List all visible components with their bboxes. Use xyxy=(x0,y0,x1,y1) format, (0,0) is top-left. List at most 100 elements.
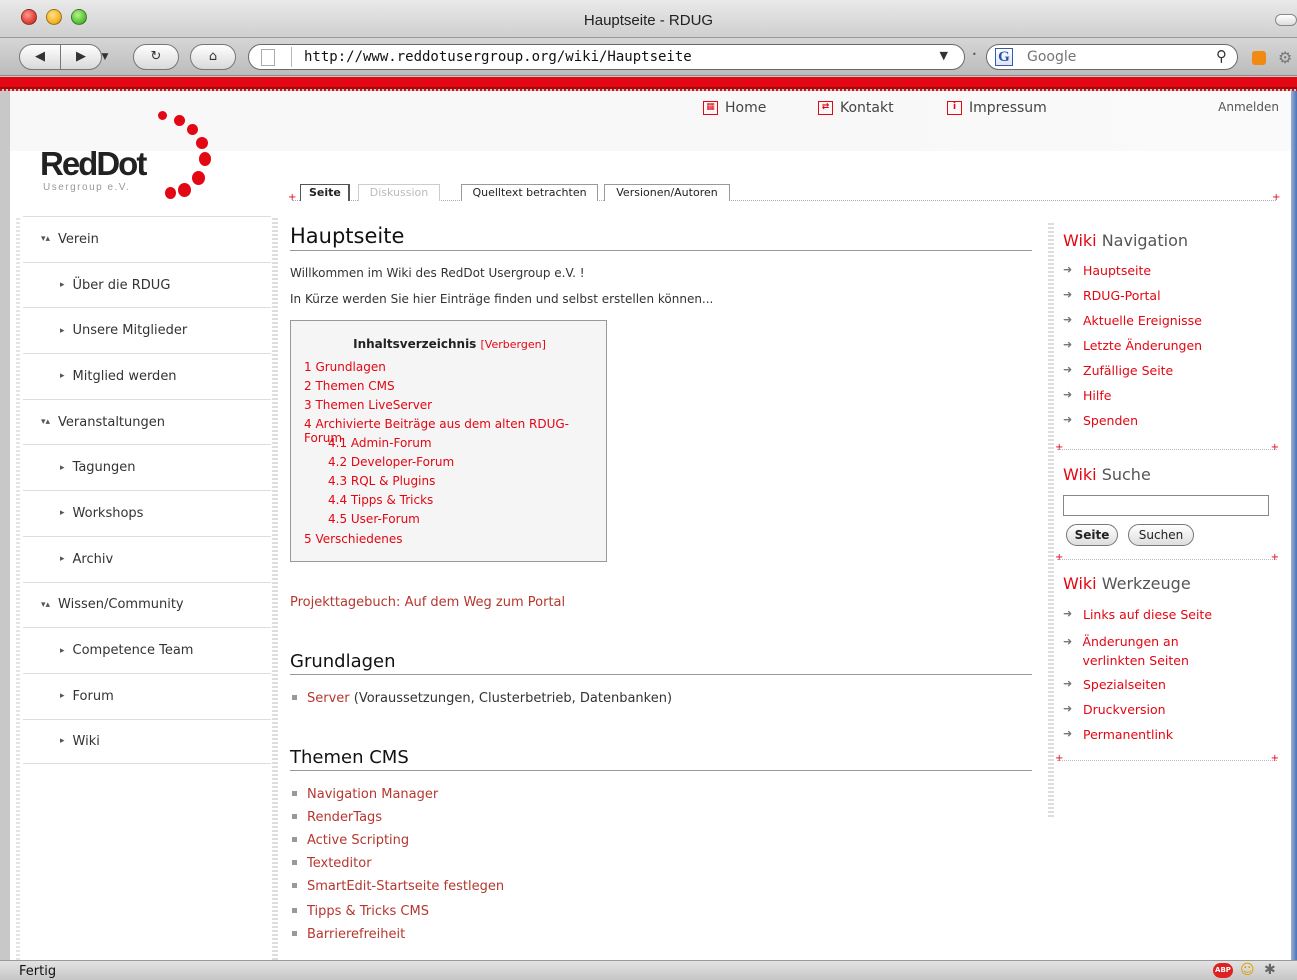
cms-link[interactable]: Tipps & Tricks CMS xyxy=(307,904,429,919)
table-of-contents: Inhaltsverzeichnis [Verbergen] 1 Grundla… xyxy=(290,320,607,562)
sidebar-item-wiki[interactable]: ▸ Wiki xyxy=(23,718,271,765)
tab-versionen[interactable]: Versionen/Autoren xyxy=(604,184,730,201)
address-bar[interactable]: http://www.reddotusergroup.org/wiki/Haup… xyxy=(248,44,965,70)
cms-link[interactable]: SmartEdit-Startseite festlegen xyxy=(307,879,504,894)
square-bullet-icon xyxy=(292,791,297,796)
bullet-arrows-icon: ▸ xyxy=(60,736,65,747)
plus-marker-icon: + xyxy=(288,192,297,203)
sidebar-item-mitglied-werden[interactable]: ▸ Mitglied werden xyxy=(23,353,271,399)
sidebar-item-tagungen[interactable]: ▸ Tagungen xyxy=(23,444,271,490)
cms-link[interactable]: Barrierefreiheit xyxy=(307,927,405,942)
sidebar-item-label: Competence Team xyxy=(72,643,194,659)
toc-item[interactable]: 4.1 Admin-Forum xyxy=(328,436,432,450)
sidebar-item-competence[interactable]: ▸ Competence Team xyxy=(23,627,271,673)
plus-marker-icon: + xyxy=(1270,753,1279,764)
cms-link[interactable]: Active Scripting xyxy=(307,833,409,848)
bullet-arrows-icon: ▸ xyxy=(60,508,65,519)
wiki-tools-link[interactable]: ➜ Links auf diese Seite xyxy=(1063,607,1212,622)
sidebar-item-mitglieder[interactable]: ▸ Unsere Mitglieder xyxy=(23,307,271,353)
resize-handle-icon[interactable]: • xyxy=(972,50,977,59)
heading-accent: Wiki xyxy=(1063,465,1097,484)
sidebar-item-veranstaltungen[interactable]: ▾▴ Veranstaltungen xyxy=(23,398,271,445)
toc-item[interactable]: 2 Themen CMS xyxy=(304,379,395,393)
tab-seite[interactable]: Seite xyxy=(300,184,350,201)
wiki-tools-label: Permanentlink xyxy=(1083,727,1174,742)
section-separator: + + xyxy=(1055,753,1279,764)
wiki-nav-link[interactable]: ➜ Zufällige Seite xyxy=(1063,363,1173,378)
login-link[interactable]: Anmelden xyxy=(1218,100,1279,114)
search-input[interactable] xyxy=(1027,47,1197,67)
smiley-icon[interactable]: ☺ xyxy=(1240,962,1255,978)
right-column-divider xyxy=(1048,221,1054,819)
logo-dot xyxy=(196,137,208,149)
wiki-nav-link[interactable]: ➜ RDUG-Portal xyxy=(1063,288,1161,303)
toc-item[interactable]: 4.2 Developer-Forum xyxy=(328,455,454,469)
wiki-nav-label: Hauptseite xyxy=(1083,263,1152,278)
site-logo[interactable]: RedDot Usergroup e.V. xyxy=(40,111,220,211)
search-icon[interactable]: ⚲ xyxy=(1216,47,1227,65)
adblock-icon[interactable]: ABP xyxy=(1213,963,1233,978)
wiki-search-input[interactable] xyxy=(1063,495,1269,516)
wiki-tools-link[interactable]: ➜ Änderungen an verlinkten Seiten xyxy=(1063,632,1243,670)
toc-item[interactable]: 3 Themen LiveServer xyxy=(304,398,432,412)
vertical-scrollbar[interactable] xyxy=(1291,91,1297,960)
reload-button[interactable]: ↻ xyxy=(133,44,179,70)
toc-item[interactable]: 4.3 RQL & Plugins xyxy=(328,474,435,488)
bug-icon[interactable]: ✱ xyxy=(1264,962,1276,978)
toc-item[interactable]: 5 Verschiedenes xyxy=(304,532,402,546)
wiki-nav-link[interactable]: ➜ Aktuelle Ereignisse xyxy=(1063,313,1202,328)
plus-marker-icon: + xyxy=(1055,442,1064,453)
toc-hide-link[interactable]: [Verbergen] xyxy=(481,338,546,351)
google-icon[interactable]: G xyxy=(995,48,1013,66)
sidebar-item-archiv[interactable]: ▸ Archiv xyxy=(23,535,271,582)
wiki-nav-label: Spenden xyxy=(1083,413,1139,428)
sidebar-item-verein[interactable]: ▾▴ Verein xyxy=(23,216,271,262)
wiki-nav-link[interactable]: ➜ Hauptseite xyxy=(1063,263,1151,278)
sidebar-item-ueber[interactable]: ▸ Über die RDUG xyxy=(23,261,271,308)
go-page-button[interactable]: Seite xyxy=(1066,524,1118,546)
sidebar-item-label: Forum xyxy=(72,688,114,704)
search-bar[interactable]: G ⚲ xyxy=(986,44,1238,70)
server-link[interactable]: Server xyxy=(307,691,350,706)
search-button[interactable]: Suchen xyxy=(1128,524,1194,546)
sidebar-item-forum[interactable]: ▸ Forum xyxy=(23,672,271,719)
wiki-tools-link[interactable]: ➜ Druckversion xyxy=(1063,702,1166,717)
wiki-tools-link[interactable]: ➜ Permanentlink xyxy=(1063,727,1173,742)
wiki-tools-link[interactable]: ➜ Spezialseiten xyxy=(1063,677,1166,692)
tab-diskussion[interactable]: Diskussion xyxy=(358,184,440,201)
tab-quelltext[interactable]: Quelltext betrachten xyxy=(461,184,598,201)
toc-item[interactable]: 4.4 Tipps & Tricks xyxy=(328,493,433,507)
nav-impressum-link[interactable]: i Impressum xyxy=(947,100,1047,116)
nav-kontakt-link[interactable]: ⇄ Kontakt xyxy=(818,100,894,116)
sidebar-item-wissen[interactable]: ▾▴ Wissen/Community xyxy=(23,581,271,628)
sidebar-item-workshops[interactable]: ▸ Workshops xyxy=(23,490,271,536)
address-divider xyxy=(291,47,292,67)
toc-item[interactable]: 1 Grundlagen xyxy=(304,360,386,374)
toolbar-toggle-button[interactable] xyxy=(1275,14,1297,26)
project-diary-link[interactable]: Projekttagebuch: Auf dem Weg zum Portal xyxy=(290,595,565,610)
bullet-arrows-icon: ▸ xyxy=(60,371,65,382)
rss-icon[interactable] xyxy=(1252,51,1266,65)
cms-link[interactable]: RenderTags xyxy=(307,810,382,825)
forward-button[interactable]: ▶ xyxy=(60,44,102,70)
address-text[interactable]: http://www.reddotusergroup.org/wiki/Haup… xyxy=(304,49,692,65)
wiki-nav-link[interactable]: ➜ Hilfe xyxy=(1063,388,1111,403)
gear-icon[interactable]: ⚙ xyxy=(1278,48,1292,67)
back-button[interactable]: ◀ xyxy=(19,44,61,70)
expand-arrows-icon: ▾▴ xyxy=(41,417,51,428)
wiki-nav-link[interactable]: ➜ Spenden xyxy=(1063,413,1138,428)
wiki-tools-label: Änderungen an verlinkten Seiten xyxy=(1082,634,1189,668)
list-item: Navigation Manager xyxy=(292,787,438,802)
wiki-nav-link[interactable]: ➜ Letzte Änderungen xyxy=(1063,338,1202,353)
address-dropdown-icon[interactable]: ▼ xyxy=(940,49,948,62)
sidebar-item-label: Verein xyxy=(58,231,99,247)
nav-impressum-label: Impressum xyxy=(969,100,1047,116)
history-dropdown-button[interactable]: ▼ xyxy=(99,51,111,63)
nav-home-link[interactable]: ▦ Home xyxy=(703,100,766,116)
logo-wordmark: RedDot xyxy=(40,145,147,182)
cms-link[interactable]: Navigation Manager xyxy=(307,787,438,802)
arrow-right-icon: ➜ xyxy=(1063,607,1073,620)
home-button[interactable]: ⌂ xyxy=(190,44,236,70)
cms-link[interactable]: Texteditor xyxy=(307,856,372,871)
toc-item[interactable]: 4.5 User-Forum xyxy=(328,512,420,526)
